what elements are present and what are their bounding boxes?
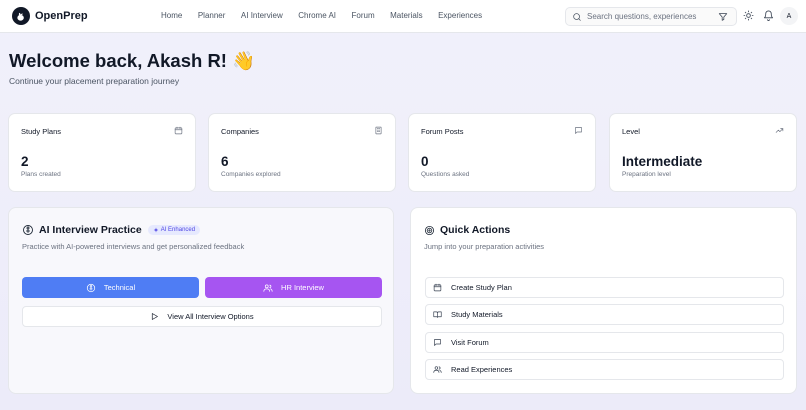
study-materials-button[interactable]: Study Materials — [425, 304, 784, 325]
ai-enhanced-badge: AI Enhanced — [147, 225, 201, 235]
button-label: HR Interview — [281, 283, 324, 292]
panel-title: AI Interview Practice — [39, 224, 142, 236]
stat-title: Study Plans — [21, 127, 62, 136]
bell-icon[interactable] — [763, 10, 774, 21]
stat-card-level: Level Intermediate Preparation level — [609, 113, 797, 192]
stat-card-study-plans: Study Plans 2 Plans created — [8, 113, 196, 192]
panel-header: AI Interview Practice AI Enhanced — [22, 224, 201, 236]
button-label: Technical — [103, 283, 136, 292]
button-label: View All Interview Options — [167, 312, 254, 321]
nav-experiences[interactable]: Experiences — [438, 11, 482, 20]
search-input[interactable] — [587, 12, 717, 21]
calendar-icon — [433, 283, 442, 292]
panel-description: Jump into your preparation activities — [424, 242, 545, 251]
avatar[interactable]: A — [780, 7, 798, 25]
filter-icon[interactable] — [718, 12, 728, 22]
stat-title: Forum Posts — [421, 127, 464, 136]
building-icon — [375, 126, 382, 135]
message-icon — [575, 127, 582, 134]
stat-caption: Preparation level — [622, 171, 671, 178]
stat-value: 0 — [421, 154, 429, 169]
nav-forum[interactable]: Forum — [352, 11, 375, 20]
stat-value: 6 — [221, 154, 229, 169]
stat-card-forum-posts: Forum Posts 0 Questions asked — [408, 113, 596, 192]
stat-value: Intermediate — [622, 154, 703, 169]
logo-icon — [12, 7, 30, 25]
button-label: Study Materials — [451, 310, 503, 319]
brand-name: OpenPrep — [35, 10, 88, 22]
book-icon — [433, 311, 442, 318]
nav-home[interactable]: Home — [161, 11, 182, 20]
search-icon — [573, 12, 581, 21]
panel-description: Practice with AI-powered interviews and … — [22, 242, 245, 251]
stat-card-companies: Companies 6 Companies explored — [208, 113, 396, 192]
main-nav: Home Planner AI Interview Chrome AI Foru… — [161, 11, 498, 20]
search-bar — [565, 7, 737, 26]
badge-label: AI Enhanced — [160, 227, 196, 233]
hr-interview-button[interactable]: HR Interview — [205, 277, 382, 298]
stat-value: 2 — [21, 154, 29, 169]
top-navbar: OpenPrep Home Planner AI Interview Chrom… — [0, 0, 806, 33]
button-label: Visit Forum — [451, 338, 489, 347]
users-icon — [263, 284, 273, 292]
target-icon — [424, 225, 435, 235]
brain-icon — [86, 283, 95, 292]
button-label: Create Study Plan — [451, 283, 512, 292]
page-subtitle: Continue your placement preparation jour… — [9, 76, 180, 86]
ai-interview-panel: AI Interview Practice AI Enhanced Practi… — [8, 207, 394, 394]
panel-title: Quick Actions — [440, 224, 511, 236]
panel-header: Quick Actions — [424, 224, 510, 236]
play-icon — [152, 313, 159, 320]
button-label: Read Experiences — [451, 365, 513, 374]
read-experiences-button[interactable]: Read Experiences — [425, 359, 784, 380]
sparkle-icon — [153, 227, 158, 233]
nav-chrome-ai[interactable]: Chrome AI — [298, 11, 336, 20]
brand[interactable]: OpenPrep — [12, 7, 88, 25]
stat-caption: Questions asked — [421, 171, 470, 178]
visit-forum-button[interactable]: Visit Forum — [425, 332, 784, 353]
users-icon — [433, 366, 442, 373]
technical-interview-button[interactable]: Technical — [22, 277, 199, 298]
page-title: Welcome back, Akash R! 👋 — [9, 50, 256, 71]
stat-caption: Companies explored — [221, 171, 281, 178]
nav-materials[interactable]: Materials — [390, 11, 422, 20]
stat-caption: Plans created — [21, 171, 61, 178]
trending-up-icon — [775, 128, 784, 133]
view-all-interviews-button[interactable]: View All Interview Options — [22, 306, 382, 327]
stat-title: Level — [622, 127, 640, 136]
nav-planner[interactable]: Planner — [198, 11, 226, 20]
message-icon — [434, 339, 441, 346]
calendar-icon — [174, 126, 183, 135]
quick-actions-panel: Quick Actions Jump into your preparation… — [410, 207, 797, 394]
brain-icon — [23, 225, 33, 235]
theme-toggle-icon[interactable] — [743, 10, 754, 21]
stat-title: Companies — [221, 127, 259, 136]
nav-ai-interview[interactable]: AI Interview — [241, 11, 283, 20]
create-study-plan-button[interactable]: Create Study Plan — [425, 277, 784, 298]
